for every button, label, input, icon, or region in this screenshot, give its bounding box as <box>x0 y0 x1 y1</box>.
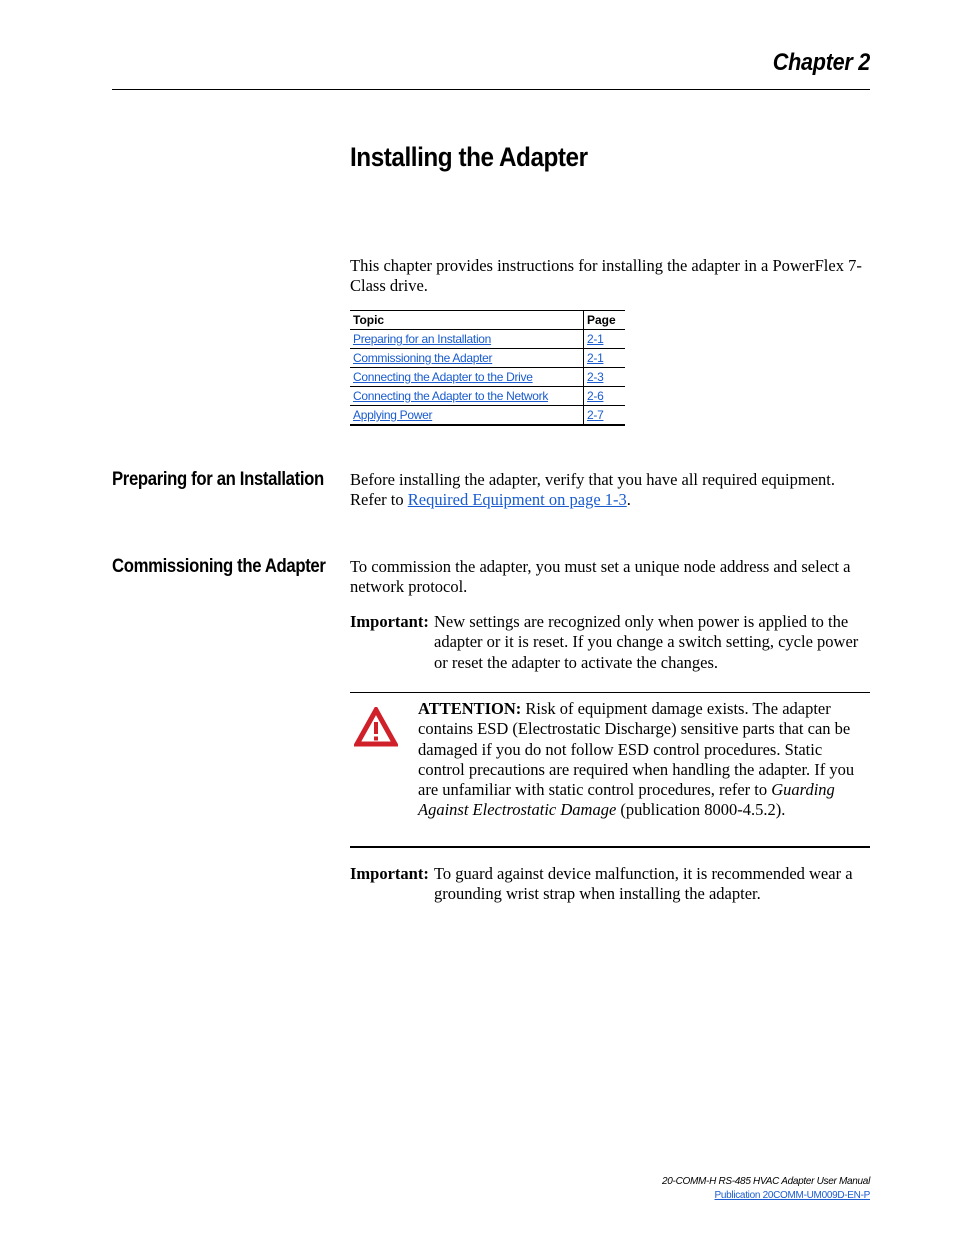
attention-notice: ATTENTION: Risk of equipment damage exis… <box>350 692 870 848</box>
section-heading-preparing: Preparing for an Installation <box>112 469 324 490</box>
commissioning-paragraph: To commission the adapter, you must set … <box>350 557 851 597</box>
topic-link-connecting-drive[interactable]: Connecting the Adapter to the Drive <box>353 370 533 384</box>
manual-title: 20-COMM-H RS-485 HVAC Adapter User Manua… <box>662 1176 870 1187</box>
intro-paragraph: This chapter provides instructions for i… <box>350 256 862 296</box>
page-link[interactable]: 2-3 <box>587 370 604 384</box>
important-label: Important: <box>350 612 429 631</box>
preparing-text-end: . <box>626 490 631 510</box>
topic-link-applying-power[interactable]: Applying Power <box>353 408 432 422</box>
topic-link-connecting-network[interactable]: Connecting the Adapter to the Network <box>353 389 548 403</box>
topic-link-preparing[interactable]: Preparing for an Installation <box>353 332 491 346</box>
required-equipment-link[interactable]: Required Equipment on page 1-3 <box>408 490 627 509</box>
table-row: Preparing for an Installation 2-1 <box>350 329 625 349</box>
page-link[interactable]: 2-1 <box>587 332 604 346</box>
important-text: To guard against device malfunction, it … <box>434 864 853 904</box>
page-link[interactable]: 2-7 <box>587 408 604 422</box>
publication-link[interactable]: Publication 20COMM-UM009D-EN-P <box>715 1190 871 1201</box>
publication-number: (publication 8000-4.5.2). <box>616 800 786 820</box>
important-text: New settings are recognized only when po… <box>434 612 859 672</box>
section-heading-commissioning: Commissioning the Adapter <box>112 556 326 577</box>
table-row: Applying Power 2-7 <box>350 405 625 425</box>
table-row: Connecting the Adapter to the Network 2-… <box>350 386 625 406</box>
table-row: Commissioning the Adapter 2-1 <box>350 348 625 368</box>
topic-table: Topic Page Preparing for an Installation… <box>350 310 625 426</box>
table-row: Connecting the Adapter to the Drive 2-3 <box>350 367 625 387</box>
attention-text: ATTENTION: Risk of equipment damage exis… <box>418 699 870 821</box>
warning-triangle-icon <box>354 707 398 747</box>
topic-link-commissioning[interactable]: Commissioning the Adapter <box>353 351 493 365</box>
page-title: Installing the Adapter <box>350 142 588 172</box>
page-column-header: Page <box>587 313 616 327</box>
topic-column-header: Topic <box>350 310 584 330</box>
important-note: Important: New settings are recognized o… <box>350 612 870 673</box>
important-label: Important: <box>350 864 429 883</box>
page-link[interactable]: 2-1 <box>587 351 604 365</box>
topic-table-header: Topic Page <box>350 310 625 330</box>
page-footer: 20-COMM-H RS-485 HVAC Adapter User Manua… <box>662 1175 870 1203</box>
preparing-paragraph: Before installing the adapter, verify th… <box>350 470 870 511</box>
attention-label: ATTENTION: <box>418 699 522 718</box>
header-divider <box>112 89 870 90</box>
important-note: Important: To guard against device malfu… <box>350 864 870 905</box>
chapter-label: Chapter 2 <box>772 49 870 76</box>
page-link[interactable]: 2-6 <box>587 389 604 403</box>
